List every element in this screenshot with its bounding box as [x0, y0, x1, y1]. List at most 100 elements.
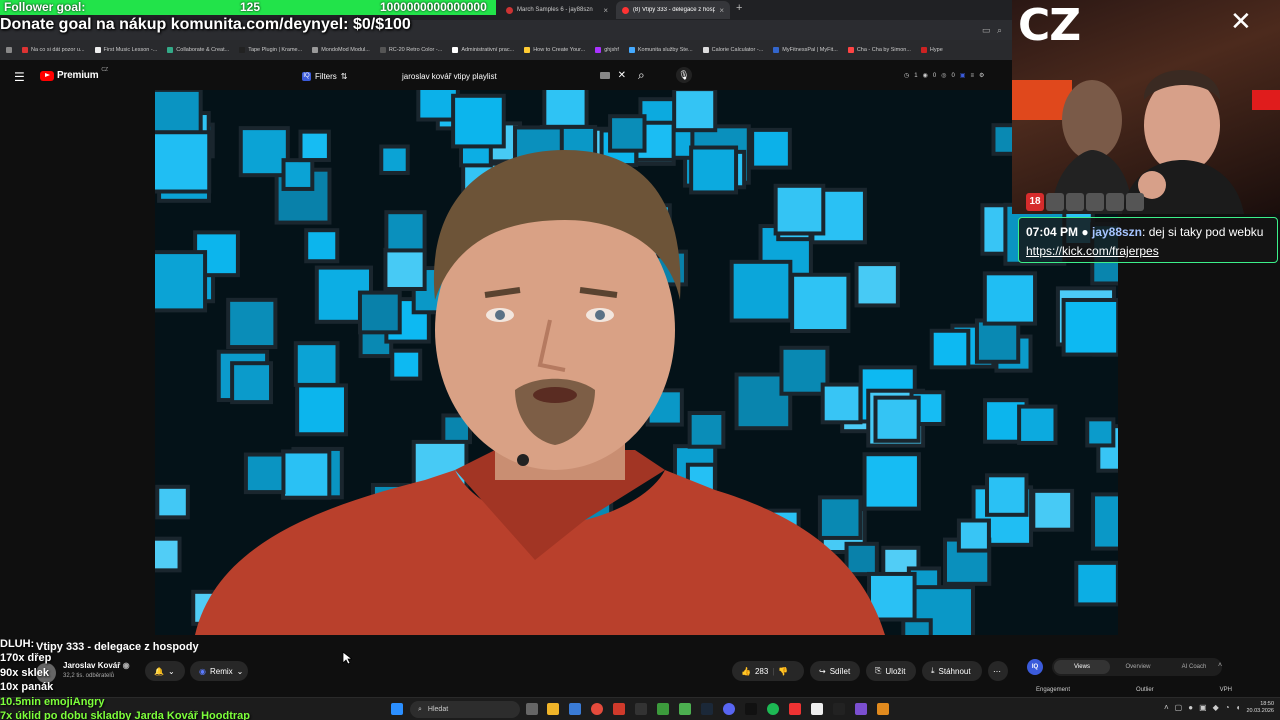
search-icon: ⌕: [418, 705, 422, 713]
bookmark[interactable]: Na co si dát pozor u...: [22, 47, 85, 53]
tab-overview[interactable]: Overview: [1110, 664, 1166, 670]
bookmark[interactable]: RC-20 Retro Color -...: [379, 47, 442, 53]
vidiq-icon: IQ: [1027, 659, 1043, 675]
app-icon[interactable]: [613, 703, 625, 715]
youtube-favicon-icon: [622, 6, 629, 14]
tab-ai-coach[interactable]: AI Coach: [1166, 664, 1222, 670]
list-icon[interactable]: ≡: [970, 73, 974, 79]
bookmark[interactable]: How to Create Your...: [524, 47, 585, 53]
system-clock[interactable]: 18:50 20.03.2026: [1246, 701, 1274, 715]
hamburger-menu-icon[interactable]: ☰: [14, 70, 25, 84]
steam-icon[interactable]: [701, 703, 713, 715]
donate-goal-text: Donate goal na nákup komunita.com/deynye…: [0, 16, 411, 33]
close-tab-icon[interactable]: ×: [719, 6, 724, 15]
youtube-logo[interactable]: Premium CZ: [40, 67, 108, 81]
close-tab-icon[interactable]: ×: [603, 6, 608, 15]
app-icon[interactable]: [679, 703, 691, 715]
chat-badge-icon: [1046, 193, 1064, 211]
share-button[interactable]: ↪ Sdílet: [810, 661, 860, 681]
chrome-icon[interactable]: [591, 703, 603, 715]
settings-icon[interactable]: ⚙: [979, 72, 984, 79]
overlay-line: 10x panák: [0, 681, 54, 694]
webcam-feed: CZ ✕: [1012, 0, 1280, 214]
sliders-icon: ⇅: [340, 71, 348, 81]
download-button[interactable]: ⤓ Stáhnout: [922, 661, 982, 681]
bookmark[interactable]: First Music Lesson -...: [94, 47, 157, 53]
youtube-play-icon: [40, 70, 54, 81]
debt-overlay: DLUH: 170x dřep 90x sklek 10x panák 10.5…: [0, 637, 250, 720]
browser-tab-active[interactable]: (8) Vtipy 333 - delegace z hosp ×: [616, 1, 730, 19]
spotify-icon[interactable]: [767, 703, 779, 715]
chat-badge-icon: [1126, 193, 1144, 211]
stat-icon: ◎: [941, 73, 947, 79]
clear-search-icon[interactable]: ✕: [618, 70, 626, 81]
like-icon[interactable]: 👍: [741, 667, 751, 676]
obs-icon[interactable]: [833, 703, 845, 715]
video-player[interactable]: [155, 90, 1118, 635]
bookmark[interactable]: Collaborate & Creat...: [167, 47, 229, 53]
follower-goal-target: 1000000000000000: [380, 0, 487, 14]
chevron-up-icon[interactable]: ˄: [1164, 703, 1169, 712]
chat-username[interactable]: jay88szn: [1092, 225, 1142, 239]
tray-icon[interactable]: ◆: [1213, 703, 1219, 712]
user-avatar-icon: ●: [1081, 225, 1089, 239]
discord-icon[interactable]: [723, 703, 735, 715]
bookmark-icon: ⎘: [875, 666, 882, 675]
taskbar-search[interactable]: ⌕ Hledat: [410, 701, 520, 718]
overlay-line: 10.5min emojiAngry: [0, 695, 105, 708]
task-view-icon[interactable]: [526, 703, 538, 715]
browser-tab[interactable]: March Samples 6 - jay88szn ×: [500, 1, 614, 19]
app-icon[interactable]: [635, 703, 647, 715]
file-explorer-icon[interactable]: [547, 703, 559, 715]
start-icon[interactable]: [391, 703, 403, 715]
app-icon[interactable]: [877, 703, 889, 715]
search-input[interactable]: jaroslav kovář vtipy playlist ✕: [394, 67, 632, 85]
bookmark[interactable]: Calorie Calculator -...: [702, 47, 763, 53]
volume-icon[interactable]: ◖: [1236, 703, 1241, 712]
keyboard-icon[interactable]: [600, 72, 610, 79]
tray-icon[interactable]: ▣: [1199, 703, 1207, 712]
like-dislike-group: 👍 283 | 👎: [732, 661, 804, 681]
mouse-cursor-icon: [342, 651, 352, 665]
chat-badges: 18: [1026, 193, 1144, 211]
follower-goal-label: Follower goal:: [4, 0, 86, 14]
microphone-icon[interactable]: 🎙: [676, 67, 692, 83]
overlay-line: 90x sklek: [0, 666, 49, 679]
follower-goal-bar: Follower goal: 125 1000000000000000: [0, 0, 496, 15]
stat-icon: ◷: [904, 73, 910, 79]
save-button[interactable]: ⎘ Uložit: [866, 661, 916, 681]
tray-icon[interactable]: ●: [1188, 703, 1193, 712]
app-icon[interactable]: [745, 703, 757, 715]
tray-icon[interactable]: ▢: [1175, 703, 1183, 712]
download-icon: ⤓: [931, 666, 935, 675]
tab-views[interactable]: Views: [1054, 660, 1110, 674]
bookmark[interactable]: MyFitnessPal | MyFit...: [773, 47, 838, 53]
cast-icon[interactable]: ▭: [982, 25, 991, 36]
bookmark[interactable]: ghjshf: [595, 47, 619, 53]
app-icon[interactable]: [811, 703, 823, 715]
bookmark[interactable]: Tape Plugin | Krame...: [239, 47, 302, 53]
app-icon[interactable]: [657, 703, 669, 715]
bookmark[interactable]: Cha - Cha by Simon...: [847, 47, 911, 53]
more-icon: ⋯: [993, 666, 1001, 676]
new-tab-icon[interactable]: +: [736, 2, 742, 14]
bookmark[interactable]: Administrativní prac...: [452, 47, 514, 53]
search-icon[interactable]: ⌕: [638, 68, 645, 83]
extension-icon[interactable]: ▣: [960, 72, 966, 79]
bookmark[interactable]: Komunita služby Ste...: [628, 47, 693, 53]
filters-button[interactable]: IQ Filters ⇅: [296, 68, 353, 84]
app-icon[interactable]: [789, 703, 801, 715]
dislike-icon[interactable]: 👎: [778, 667, 788, 676]
zoom-icon[interactable]: ⌕: [997, 25, 1002, 36]
app-icon[interactable]: [569, 703, 581, 715]
chat-link[interactable]: https://kick.com/frajerpes: [1026, 244, 1159, 258]
apps-icon[interactable]: [6, 47, 12, 53]
more-actions-button[interactable]: ⋯: [988, 661, 1008, 681]
bookmark[interactable]: MondoMod Modul...: [312, 47, 370, 53]
bookmark[interactable]: Hype: [920, 47, 943, 53]
vidiq-tabs: Views Overview AI Coach: [1052, 658, 1222, 676]
wifi-icon[interactable]: ◔: [1225, 703, 1230, 712]
app-icon[interactable]: [855, 703, 867, 715]
chevron-up-icon[interactable]: ˄: [1218, 662, 1222, 669]
like-count[interactable]: 283: [755, 667, 768, 676]
